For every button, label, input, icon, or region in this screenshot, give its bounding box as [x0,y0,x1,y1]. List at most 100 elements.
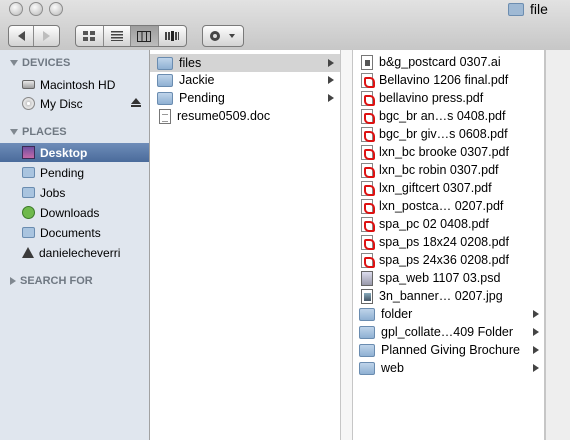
item-label: 3n_banner… 0207.jpg [379,289,503,303]
chevron-right-icon [533,310,539,318]
column-item-files[interactable]: files [150,54,340,72]
forward-arrow-icon [43,31,50,41]
list-view-button[interactable] [104,26,131,46]
chevron-right-icon [533,364,539,372]
eject-icon[interactable] [131,98,141,107]
file-item[interactable]: lxn_bc robin 0307.pdf [353,161,499,179]
folder-icon [22,227,35,238]
folder-icon [22,187,35,198]
sidebar-item-downloads[interactable]: Downloads [0,203,149,222]
downloads-icon [22,206,35,219]
folder-icon [359,307,375,321]
folder-icon [157,91,173,105]
document-icon [159,108,171,124]
item-label: files [179,56,202,70]
list-view-icon [110,31,123,41]
item-label: Pending [179,91,225,105]
action-menu-button[interactable] [202,25,244,47]
close-window-button[interactable] [9,2,23,16]
image-file-icon [361,288,373,304]
file-item[interactable]: Bellavino 1206 final.pdf [353,71,508,89]
item-label: spa_ps 24x36 0208.pdf [379,253,509,267]
browser-column-2: b&g_postcard 0307.ai Bellavino 1206 fina… [353,50,545,440]
item-label: Bellavino 1206 final.pdf [379,73,509,87]
item-label: lxn_postca… 0207.pdf [379,199,504,213]
back-button[interactable] [9,26,35,46]
item-label: spa_web 1107 03.psd [379,271,501,285]
item-label: folder [381,307,413,321]
sidebar-item-jobs[interactable]: Jobs [0,183,149,202]
file-item[interactable]: spa_web 1107 03.psd [353,269,500,287]
file-item[interactable]: 3n_banner… 0207.jpg [353,287,503,305]
item-label: bgc_br an…s 0408.pdf [379,109,506,123]
section-label: SEARCH FOR [20,275,93,287]
places-section-header[interactable]: PLACES [10,126,67,138]
file-item[interactable]: bellavino press.pdf [353,89,483,107]
sidebar-item-label: Macintosh HD [40,77,116,92]
sidebar-item-my-disc[interactable]: My Disc [0,94,149,113]
folder-icon [359,361,375,375]
forward-button[interactable] [34,26,59,46]
pdf-file-icon [361,252,375,268]
sidebar-item-label: My Disc [40,96,83,111]
minimize-window-button[interactable] [29,2,43,16]
gear-icon [210,31,235,41]
chevron-right-icon [533,346,539,354]
folder-item[interactable]: web [353,359,544,377]
sidebar-item-macintosh-hd[interactable]: Macintosh HD [0,75,149,94]
icon-view-button[interactable] [76,26,104,46]
item-label: gpl_collate…409 Folder [381,325,514,339]
file-item[interactable]: b&g_postcard 0307.ai [353,53,501,71]
folder-item[interactable]: folder [353,305,544,323]
item-label: bgc_br giv…s 0608.pdf [379,127,508,141]
column-scroll-area[interactable] [545,50,570,440]
sidebar-item-home[interactable]: danielecheverri [0,243,149,262]
column-item-resume[interactable]: resume0509.doc [150,107,340,125]
folder-item[interactable]: Planned Giving Brochure [353,341,544,359]
desktop-icon [22,146,35,159]
photoshop-file-icon [361,270,373,286]
pdf-file-icon [361,180,375,196]
section-label: PLACES [22,126,67,138]
file-item[interactable]: lxn_bc brooke 0307.pdf [353,143,509,161]
file-item[interactable]: lxn_giftcert 0307.pdf [353,179,492,197]
pdf-file-icon [361,90,375,106]
file-item[interactable]: spa_pc 02 0408.pdf [353,215,489,233]
devices-section-header[interactable]: DEVICES [10,57,70,69]
item-label: bellavino press.pdf [379,91,484,105]
file-item[interactable]: spa_ps 18x24 0208.pdf [353,233,509,251]
file-item[interactable]: bgc_br giv…s 0608.pdf [353,125,508,143]
pdf-file-icon [361,216,375,232]
column-divider[interactable] [341,50,353,440]
chevron-right-icon [328,76,334,84]
sidebar-item-documents[interactable]: Documents [0,223,149,242]
search-for-section-header[interactable]: SEARCH FOR [10,275,93,287]
file-item[interactable]: spa_ps 24x36 0208.pdf [353,251,509,269]
item-label: lxn_giftcert 0307.pdf [379,181,492,195]
sidebar-item-label: Jobs [40,185,66,200]
column-item-jackie[interactable]: Jackie [150,71,340,89]
zoom-window-button[interactable] [49,2,63,16]
file-item[interactable]: lxn_postca… 0207.pdf [353,197,503,215]
sidebar-item-label: Pending [40,165,85,180]
cover-flow-icon [165,31,180,41]
sidebar-item-pending[interactable]: Pending [0,163,149,182]
disc-icon [22,97,35,110]
sidebar-item-label: Desktop [40,145,88,160]
folder-icon [157,73,173,87]
item-label: spa_pc 02 0408.pdf [379,217,489,231]
folder-item[interactable]: gpl_collate…409 Folder [353,323,544,341]
cover-flow-button[interactable] [159,26,186,46]
pdf-file-icon [361,162,375,178]
pdf-file-icon [361,234,375,250]
column-view-button[interactable] [131,26,159,46]
window-title: file [508,0,548,18]
sidebar: DEVICES Macintosh HD My Disc PLACES Desk… [0,50,150,440]
section-label: DEVICES [22,57,71,69]
chevron-right-icon [328,59,334,67]
column-item-pending[interactable]: Pending [150,89,340,107]
file-item[interactable]: bgc_br an…s 0408.pdf [353,107,505,125]
item-label: lxn_bc robin 0307.pdf [379,163,499,177]
item-label: b&g_postcard 0307.ai [379,55,501,69]
sidebar-item-desktop[interactable]: Desktop [0,143,149,162]
